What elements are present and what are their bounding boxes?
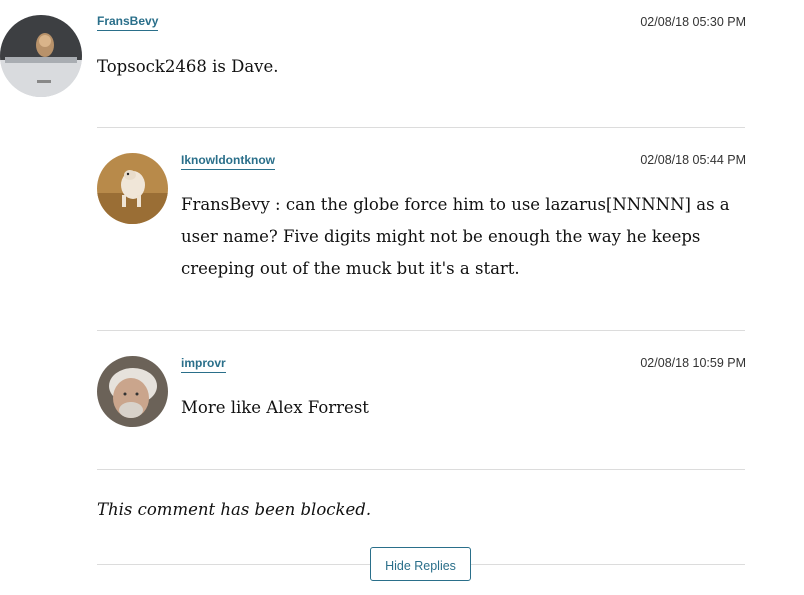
avatar-fransbevy[interactable] [0,15,82,97]
comment-divider [97,127,745,128]
comment-divider [97,330,745,331]
blocked-comment-notice: This comment has been blocked. [97,500,372,519]
comment-timestamp: 02/08/18 05:30 PM [640,15,746,29]
comment-text: FransBevy : can the globe force him to u… [181,195,730,278]
hide-replies-button[interactable]: Hide Replies [370,547,471,581]
comment-timestamp: 02/08/18 05:44 PM [640,153,746,167]
comment-timestamp: 02/08/18 10:59 PM [640,356,746,370]
man-face-avatar-icon [97,356,168,427]
dog-in-car-avatar-icon [0,15,82,97]
comment-divider [97,469,745,470]
replies-divider-left [97,564,370,565]
comment-text: Topsock2468 is Dave. [97,57,279,76]
comment-username[interactable]: FransBevy [97,14,159,31]
avatar-iknowldontknow[interactable] [97,153,168,224]
comment-username[interactable]: Iknowldontknow [181,153,275,170]
replies-divider-right [471,564,745,565]
small-dog-avatar-icon [97,153,168,224]
avatar-improvr[interactable] [97,356,168,427]
comment-text: More like Alex Forrest [181,398,369,417]
comment-username[interactable]: improvr [181,356,226,373]
